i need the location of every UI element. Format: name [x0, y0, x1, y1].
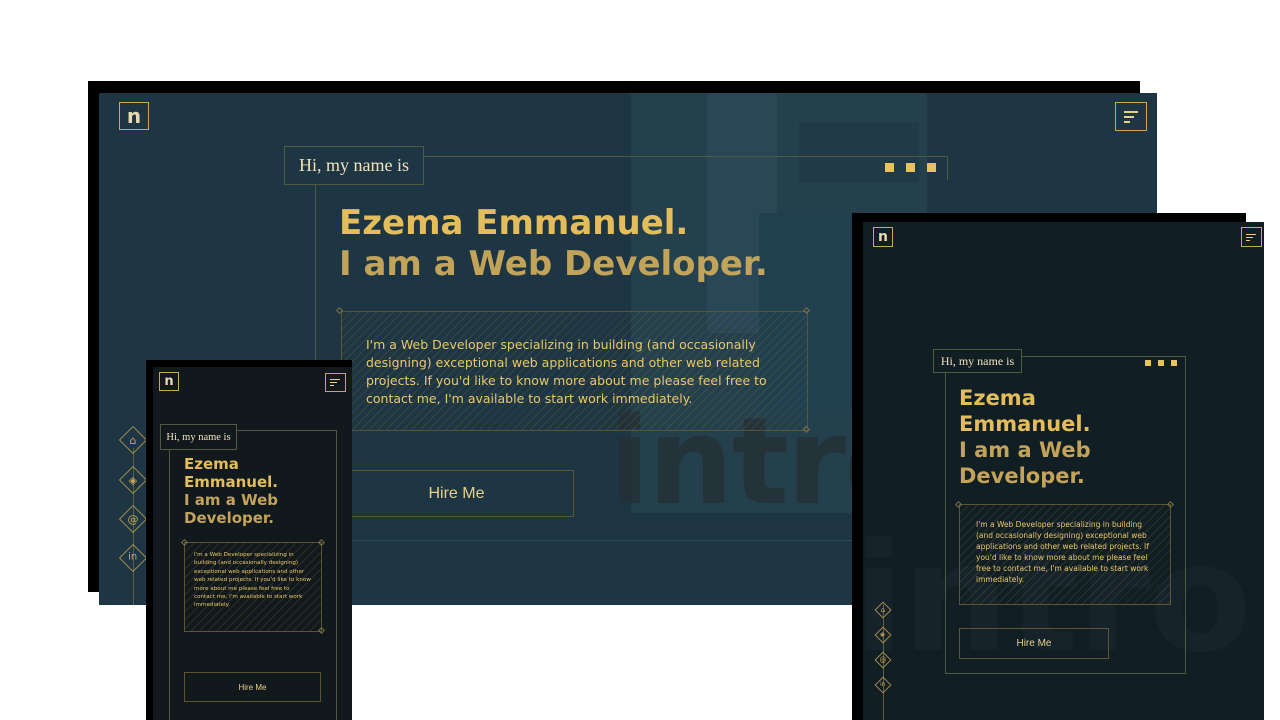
- hire-me-button[interactable]: Hire Me: [184, 672, 321, 702]
- github-icon[interactable]: ⌂: [118, 425, 148, 455]
- about-text: I'm a Web Developer specializing in buil…: [194, 552, 311, 609]
- linkedin-icon[interactable]: in: [118, 543, 148, 573]
- window-dot: [885, 163, 894, 172]
- hero-name-line1: Ezema: [184, 455, 239, 473]
- logo-icon[interactable]: n: [873, 227, 893, 247]
- hero-name: Ezema Emmanuel.: [339, 203, 689, 243]
- mobile-screen: n Hi, my name is Ezema Emmanuel. I am a …: [153, 367, 352, 720]
- tablet-screen: intro. n Hi, my name is Ezema Emmanuel. …: [863, 222, 1264, 720]
- hero-name-line2: Emmanuel.: [184, 473, 278, 491]
- window-dot: [1145, 360, 1151, 366]
- hero-role-line2: Developer.: [184, 509, 274, 527]
- hire-me-button[interactable]: Hire Me: [339, 470, 574, 517]
- window-dot: [1158, 360, 1164, 366]
- github-icon[interactable]: ⌂: [874, 601, 892, 619]
- hero-role: I am a Web Developer.: [339, 244, 768, 284]
- linkedin-icon[interactable]: in: [874, 676, 892, 694]
- about-box: I'm a Web Developer specializing in buil…: [341, 311, 808, 431]
- about-box: I'm a Web Developer specializing in buil…: [959, 504, 1171, 605]
- hero-role-line1: I am a Web: [959, 438, 1091, 462]
- codepen-icon[interactable]: ◈: [874, 626, 892, 644]
- email-icon[interactable]: @: [118, 504, 148, 534]
- menu-button[interactable]: [325, 373, 346, 392]
- window-dot: [1171, 360, 1177, 366]
- window-dot: [927, 163, 936, 172]
- email-icon[interactable]: @: [874, 651, 892, 669]
- menu-button[interactable]: [1115, 102, 1147, 131]
- about-text: I'm a Web Developer specializing in buil…: [366, 337, 767, 406]
- logo-icon[interactable]: n: [119, 102, 149, 130]
- codepen-icon[interactable]: ◈: [118, 465, 148, 495]
- logo-icon[interactable]: n: [159, 372, 179, 391]
- about-text: I'm a Web Developer specializing in buil…: [976, 520, 1149, 584]
- hero-name-line1: Ezema: [959, 386, 1036, 410]
- hire-me-button[interactable]: Hire Me: [959, 628, 1109, 659]
- window-dot: [906, 163, 915, 172]
- hero-role-line1: I am a Web: [184, 491, 279, 509]
- menu-button[interactable]: [1241, 227, 1262, 247]
- greeting-tag: Hi, my name is: [160, 424, 237, 450]
- greeting-tag: Hi, my name is: [284, 146, 424, 185]
- greeting-tag: Hi, my name is: [933, 349, 1022, 373]
- hero-name-line2: Emmanuel.: [959, 412, 1091, 436]
- about-box: I'm a Web Developer specializing in buil…: [184, 542, 322, 632]
- hero-role-line2: Developer.: [959, 464, 1085, 488]
